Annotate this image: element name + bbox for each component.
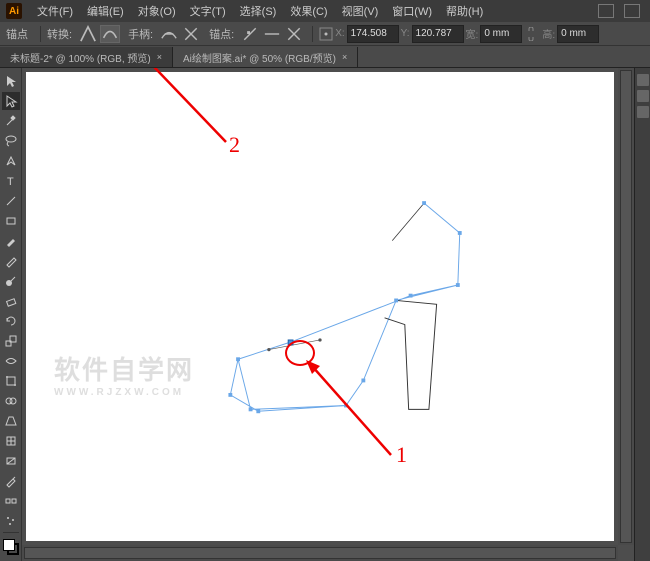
width-tool[interactable] — [2, 352, 20, 370]
handle-show-button[interactable] — [159, 25, 179, 43]
menu-right — [598, 4, 650, 18]
tab-label: 未标题-2* @ 100% (RGB, 预览) — [10, 50, 151, 65]
blend-tool[interactable] — [2, 492, 20, 510]
blob-brush-tool[interactable] — [2, 272, 20, 290]
layout-icon[interactable] — [598, 4, 614, 18]
tab-label: Ai绘制图案.ai* @ 50% (RGB/预览) — [183, 50, 336, 65]
menu-file[interactable]: 文件(F) — [30, 3, 80, 19]
lasso-tool[interactable] — [2, 132, 20, 150]
pen-tool[interactable] — [2, 152, 20, 170]
h-label: 高: — [542, 26, 555, 41]
gradient-tool[interactable] — [2, 452, 20, 470]
anchor-label: 锚点 — [6, 26, 28, 42]
y-field[interactable]: 120.787 — [412, 25, 464, 43]
eyedropper-tool[interactable] — [2, 472, 20, 490]
line-tool[interactable] — [2, 192, 20, 210]
panel-icon[interactable] — [637, 106, 649, 118]
w-label: 宽: — [466, 26, 479, 41]
menu-effect[interactable]: 效果(C) — [283, 3, 334, 19]
app-icon: Ai — [6, 3, 22, 19]
x-label: X: — [335, 28, 344, 39]
vertical-scrollbar[interactable] — [618, 68, 634, 545]
fill-stroke-swatch[interactable] — [3, 539, 19, 555]
h-field[interactable]: 0 mm — [557, 25, 599, 43]
svg-text:T: T — [7, 176, 14, 188]
pencil-tool[interactable] — [2, 252, 20, 270]
close-icon[interactable]: × — [342, 52, 347, 62]
document-tab-2[interactable]: Ai绘制图案.ai* @ 50% (RGB/预览) × — [173, 47, 358, 67]
toolbox: T — [0, 68, 22, 561]
menu-object[interactable]: 对象(O) — [131, 3, 183, 19]
menu-view[interactable]: 视图(V) — [335, 3, 386, 19]
anchor2-label: 锚点: — [209, 26, 234, 42]
mesh-tool[interactable] — [2, 432, 20, 450]
link-icon[interactable] — [524, 27, 538, 41]
shoe-sketch — [26, 72, 614, 544]
anchor-cut-button[interactable] — [284, 25, 304, 43]
anchor-remove-button[interactable] — [240, 25, 260, 43]
paintbrush-tool[interactable] — [2, 232, 20, 250]
canvas-wrap: 软件自学网 WWW.RJZXW.COM — [22, 68, 634, 561]
eraser-tool[interactable] — [2, 292, 20, 310]
magic-wand-tool[interactable] — [2, 112, 20, 130]
scale-tool[interactable] — [2, 332, 20, 350]
rectangle-tool[interactable] — [2, 212, 20, 230]
canvas[interactable]: 软件自学网 WWW.RJZXW.COM — [26, 72, 614, 541]
convert-smooth-button[interactable] — [100, 25, 120, 43]
handle-hide-button[interactable] — [181, 25, 201, 43]
convert-label: 转换: — [47, 26, 72, 42]
document-tab-1[interactable]: 未标题-2* @ 100% (RGB, 预览) × — [0, 47, 173, 67]
selection-tool[interactable] — [2, 72, 20, 90]
fill-swatch[interactable] — [3, 539, 15, 551]
y-label: Y: — [401, 28, 410, 39]
menu-window[interactable]: 窗口(W) — [385, 3, 439, 19]
perspective-tool[interactable] — [2, 412, 20, 430]
w-field[interactable]: 0 mm — [480, 25, 522, 43]
handle-label: 手柄: — [128, 26, 153, 42]
free-transform-tool[interactable] — [2, 372, 20, 390]
symbol-sprayer-tool[interactable] — [2, 512, 20, 530]
menu-select[interactable]: 选择(S) — [233, 3, 284, 19]
menu-bar: Ai 文件(F) 编辑(E) 对象(O) 文字(T) 选择(S) 效果(C) 视… — [0, 0, 650, 22]
arrange-icon[interactable] — [624, 4, 640, 18]
anchor-join-button[interactable] — [262, 25, 282, 43]
panel-icon[interactable] — [637, 90, 649, 102]
reference-point-icon[interactable] — [319, 27, 333, 41]
tab-bar: 未标题-2* @ 100% (RGB, 预览) × Ai绘制图案.ai* @ 5… — [0, 46, 650, 68]
rotate-tool[interactable] — [2, 312, 20, 330]
direct-selection-tool[interactable] — [2, 92, 20, 110]
panel-strip — [634, 68, 650, 561]
menu-type[interactable]: 文字(T) — [183, 3, 233, 19]
convert-corner-button[interactable] — [78, 25, 98, 43]
control-bar: 锚点 转换: 手柄: 锚点: X: 174.508 Y: 120.787 宽: … — [0, 22, 650, 46]
panel-icon[interactable] — [637, 74, 649, 86]
x-field[interactable]: 174.508 — [347, 25, 399, 43]
type-tool[interactable]: T — [2, 172, 20, 190]
menu-edit[interactable]: 编辑(E) — [80, 3, 131, 19]
shape-builder-tool[interactable] — [2, 392, 20, 410]
close-icon[interactable]: × — [157, 52, 162, 62]
workspace: T — [0, 68, 650, 561]
menu-help[interactable]: 帮助(H) — [439, 3, 490, 19]
horizontal-scrollbar[interactable] — [22, 545, 618, 561]
